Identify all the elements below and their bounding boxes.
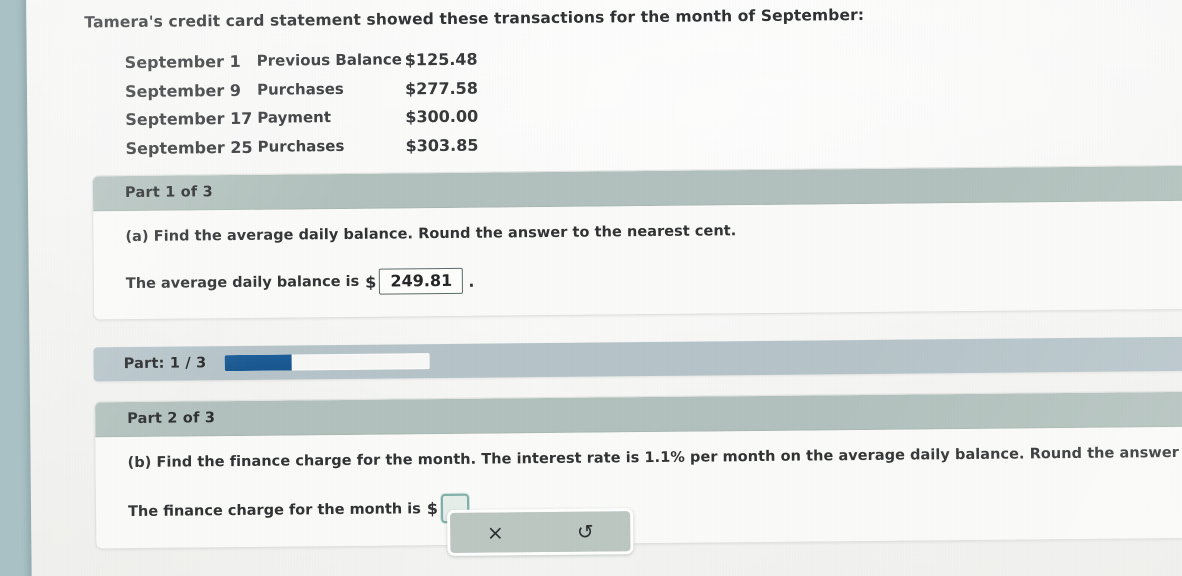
part-2-panel: Part 2 of 3 (b) Find the finance charge … bbox=[94, 390, 1182, 550]
clear-icon[interactable]: × bbox=[450, 512, 541, 553]
transaction-amount: $303.85 bbox=[405, 135, 479, 155]
part-1-body: (a) Find the average daily balance. Roun… bbox=[93, 200, 1182, 320]
transaction-date: September 25 bbox=[125, 137, 253, 158]
table-row: September 17 Payment $300.00 bbox=[125, 106, 525, 138]
part-1-answer-prefix: The average daily balance is bbox=[125, 273, 360, 293]
sentence-period: . bbox=[468, 271, 475, 291]
part-1-panel: Part 1 of 3 (a) Find the average daily b… bbox=[91, 164, 1182, 321]
photo-background: Tamera's credit card statement showed th… bbox=[0, 0, 1182, 576]
progress-bar-fill bbox=[224, 354, 293, 372]
part-2-answer-line: The finance charge for the month is $ . bbox=[128, 486, 1182, 526]
undo-icon[interactable]: ↺ bbox=[540, 511, 631, 553]
transaction-amount: $300.00 bbox=[405, 106, 479, 127]
transaction-date: September 1 bbox=[124, 51, 241, 73]
part-progress-strip: Part: 1 / 3 bbox=[93, 336, 1182, 382]
transaction-amount: $125.48 bbox=[404, 49, 478, 70]
table-row: September 1 Previous Balance $125.48 bbox=[125, 49, 525, 81]
transaction-description: Payment bbox=[257, 108, 332, 127]
part-1-question: (a) Find the average daily balance. Roun… bbox=[125, 223, 737, 246]
transaction-date: September 17 bbox=[125, 108, 253, 130]
part-1-answer-line: The average daily balance is $ 249.81 . bbox=[126, 260, 1182, 297]
part-1-answer-input[interactable]: 249.81 bbox=[379, 267, 464, 295]
page-content: Tamera's credit card statement showed th… bbox=[38, 3, 1182, 574]
transaction-amount: $277.58 bbox=[404, 78, 478, 98]
part-2-answer-prefix: The finance charge for the month is bbox=[127, 500, 421, 520]
table-row: September 25 Purchases $303.85 bbox=[125, 135, 525, 167]
problem-intro: Tamera's credit card statement showed th… bbox=[84, 5, 865, 32]
part-2-body: (b) Find the finance charge for the mont… bbox=[95, 426, 1182, 549]
progress-bar-track bbox=[224, 353, 430, 372]
transaction-description: Purchases bbox=[257, 136, 345, 156]
transaction-date: September 9 bbox=[124, 80, 242, 101]
table-row: September 9 Purchases $277.58 bbox=[125, 78, 525, 110]
part-2-question: (b) Find the finance charge for the mont… bbox=[127, 443, 1182, 472]
transaction-description: Previous Balance bbox=[256, 50, 403, 70]
transaction-description: Purchases bbox=[256, 79, 344, 99]
transaction-table: September 1 Previous Balance $125.48 Sep… bbox=[125, 49, 526, 167]
answer-action-buttons: × ↺ bbox=[447, 508, 634, 556]
progress-label: Part: 1 / 3 bbox=[123, 355, 207, 373]
screen-surface: Tamera's credit card statement showed th… bbox=[26, 0, 1182, 576]
currency-symbol: $ bbox=[365, 272, 377, 292]
currency-symbol: $ bbox=[426, 499, 439, 519]
